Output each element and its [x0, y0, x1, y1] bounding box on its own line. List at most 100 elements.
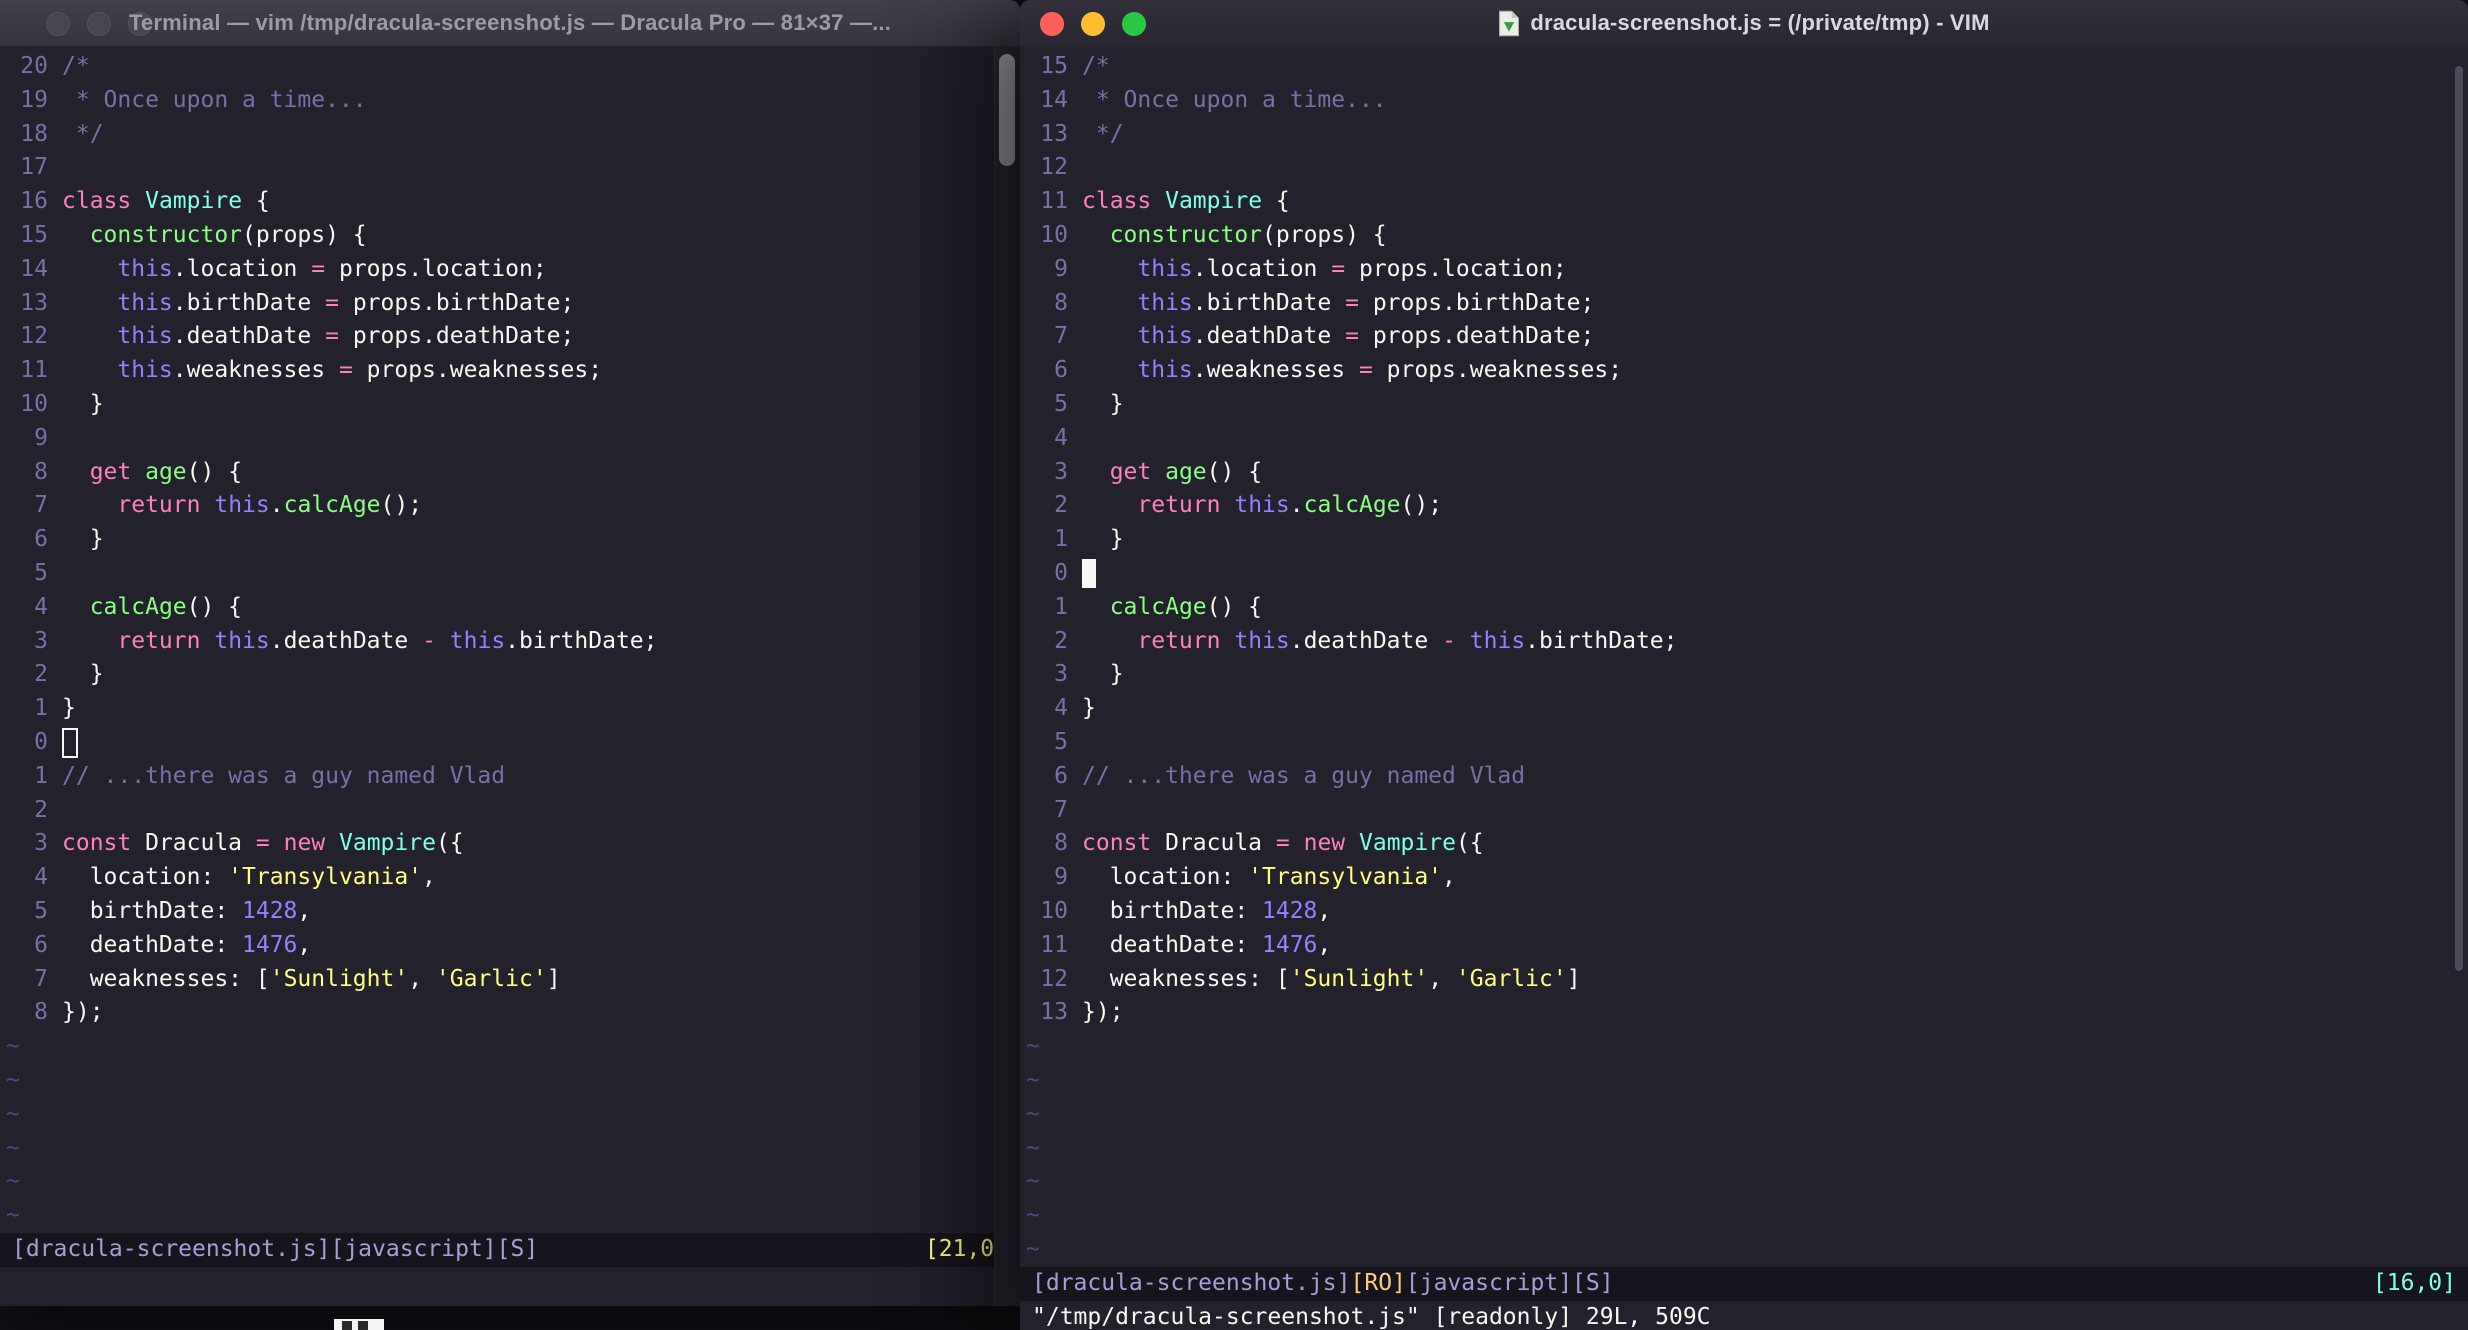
code-line: 3 } [1020, 658, 2468, 692]
left-titlebar[interactable]: Terminal — vim /tmp/dracula-screenshot.j… [0, 0, 1020, 47]
line-number: 4 [1054, 695, 1068, 722]
code-buffer[interactable]: 20/* 19 * Once upon a time... 18 */17 16 cla… [0, 50, 1020, 1233]
code-line: 18 */ [0, 118, 1020, 152]
statusline-filetype: [javascript][S] [1405, 1269, 1614, 1296]
code-line: 1 } [1020, 523, 2468, 557]
code-line: 7 [1020, 794, 2468, 828]
code-line: 0 [0, 726, 1020, 760]
background-window-sliver [334, 1319, 384, 1330]
code-line: 13 this .birthDate = props.birthDate; [0, 287, 1020, 321]
vim-cursor [1082, 559, 1096, 589]
code-line: 16 class Vampire { [0, 185, 1020, 219]
line-number: 7 [34, 965, 48, 992]
line-number: 3 [34, 627, 48, 654]
vim-statusline: [dracula-screenshot.js][javascript][S] [… [0, 1232, 1020, 1267]
line-number: 3 [34, 830, 48, 857]
statusline-position: [16,0] [2372, 1269, 2456, 1296]
code-line: 8 const Dracula = new Vampire({ [1020, 827, 2468, 861]
right-titlebar[interactable]: dracula-screenshot.js = (/private/tmp) -… [1020, 0, 2468, 47]
line-number: 7 [1054, 323, 1068, 350]
scrollbar-thumb[interactable] [2455, 66, 2463, 971]
vim-editor[interactable]: 20/* 19 * Once upon a time... 18 */17 16 cla… [0, 46, 1020, 1306]
line-number: 17 [20, 154, 48, 181]
scrollbar-thumb[interactable] [999, 54, 1015, 166]
code-line: 2 return this. calcAge (); [1020, 489, 2468, 523]
line-number: 12 [1040, 965, 1068, 992]
code-line: 13 */ [1020, 118, 2468, 152]
tilde-row: ~ [1026, 1235, 1040, 1262]
code-line: 1} [0, 692, 1020, 726]
code-line: 8}); [0, 996, 1020, 1030]
line-number: 12 [1040, 154, 1068, 181]
code-line: 14 * Once upon a time... [1020, 84, 2468, 118]
line-number: 7 [34, 492, 48, 519]
scrollbar-track[interactable] [994, 46, 1020, 1306]
code-buffer[interactable]: 15/* 14 * Once upon a time... 13 */12 11 cla… [1020, 50, 2468, 1267]
window-title: dracula-screenshot.js = (/private/tmp) -… [1530, 10, 1990, 35]
code-line: 6 } [0, 523, 1020, 557]
code-line: 12 weaknesses: ['Sunlight', 'Garlic'] [1020, 963, 2468, 997]
line-number: 3 [1054, 661, 1068, 688]
tilde-row: ~ [6, 1134, 20, 1161]
code-line: 3 return this .deathDate - this .birthDate… [0, 625, 1020, 659]
vim-commandline: "/tmp/dracula-screenshot.js" [readonly] … [1032, 1303, 1711, 1330]
code-line: 3 get age() { [1020, 456, 2468, 490]
code-line: 7 return this. calcAge (); [0, 489, 1020, 523]
code-line: 2 [0, 794, 1020, 828]
code-line: 9 location: 'Transylvania', [1020, 861, 2468, 895]
line-number: 15 [20, 221, 48, 248]
tilde-row: ~ [1026, 1066, 1040, 1093]
line-number: 8 [34, 999, 48, 1026]
line-number: 4 [34, 864, 48, 891]
vim-editor[interactable]: 15/* 14 * Once upon a time... 13 */12 11 cla… [1020, 46, 2468, 1330]
line-number: 14 [1040, 86, 1068, 113]
code-line: 3 const Dracula = new Vampire({ [0, 827, 1020, 861]
code-line: 7 weaknesses: ['Sunlight', 'Garlic'] [0, 963, 1020, 997]
line-number: 3 [1054, 458, 1068, 485]
code-line: 2 } [0, 658, 1020, 692]
line-number: 15 [1040, 53, 1068, 79]
line-number: 11 [1040, 931, 1068, 958]
code-line: 12 this .deathDate = props.deathDate; [0, 320, 1020, 354]
vim-cursor [62, 727, 78, 758]
window-title: Terminal — vim /tmp/dracula-screenshot.j… [128, 10, 892, 35]
code-line: 11 class Vampire { [1020, 185, 2468, 219]
line-number: 2 [34, 661, 48, 688]
line-number: 13 [20, 289, 48, 316]
line-number: 5 [34, 559, 48, 586]
line-number: 20 [20, 53, 48, 79]
code-line: 7 this .deathDate = props.deathDate; [1020, 320, 2468, 354]
line-number: 6 [1054, 762, 1068, 789]
code-line: 6// ...there was a guy named Vlad [1020, 760, 2468, 794]
line-number: 18 [20, 120, 48, 147]
line-number: 5 [1054, 728, 1068, 755]
line-number: 0 [34, 728, 48, 755]
code-line: 4 [1020, 422, 2468, 456]
code-line: 5 [1020, 726, 2468, 760]
line-number: 9 [1054, 255, 1068, 282]
tilde-row: ~ [6, 1168, 20, 1195]
document-icon [1499, 10, 1520, 36]
line-number: 5 [1054, 390, 1068, 417]
window-title-group: dracula-screenshot.js = (/private/tmp) -… [1020, 0, 2468, 46]
code-line: 6 this .weaknesses = props.weaknesses; [1020, 354, 2468, 388]
tilde-row: ~ [6, 1202, 20, 1229]
code-line: 9 [0, 422, 1020, 456]
line-number: 16 [20, 188, 48, 215]
line-number: 2 [1054, 492, 1068, 519]
code-line: 9 this .location = props.location; [1020, 253, 2468, 287]
code-line: 4 location: 'Transylvania', [0, 861, 1020, 895]
line-number: 1 [34, 762, 48, 789]
line-number: 19 [20, 86, 48, 113]
code-line: 17 [0, 151, 1020, 185]
line-number: 9 [1054, 864, 1068, 891]
terminal-window: Terminal — vim /tmp/dracula-screenshot.j… [0, 0, 1020, 1306]
line-number: 5 [34, 897, 48, 924]
line-number: 6 [34, 526, 48, 553]
code-line: 2 return this .deathDate - this .birthDate… [1020, 625, 2468, 659]
statusline-file-info: [dracula-screenshot.js][javascript][S] [12, 1235, 539, 1262]
line-number: 1 [1054, 593, 1068, 620]
tilde-row: ~ [1026, 1033, 1040, 1060]
code-line: 12 [1020, 151, 2468, 185]
statusline-readonly-flag: [RO] [1350, 1269, 1406, 1296]
